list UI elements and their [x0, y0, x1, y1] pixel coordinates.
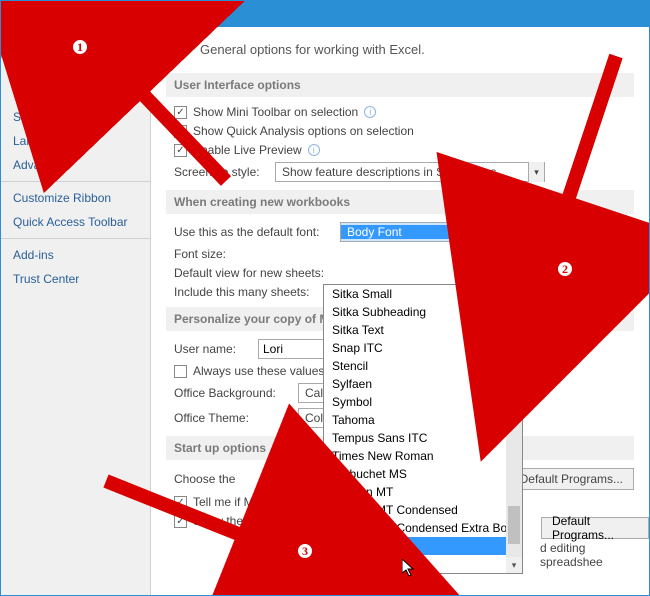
- font-option[interactable]: Sylfaen: [324, 375, 506, 393]
- label-office-theme: Office Theme:: [174, 411, 292, 425]
- scroll-down-icon[interactable]: ▾: [506, 557, 522, 573]
- label-choose-ext: Choose the: [174, 472, 235, 486]
- font-option[interactable]: Tw Cen MT Condensed Extra Bold: [324, 519, 506, 537]
- sidebar-item-customize-ribbon[interactable]: Customize Ribbon: [1, 186, 150, 210]
- sidebar-item-trust-center[interactable]: Trust Center: [1, 267, 150, 291]
- font-option[interactable]: Verdana: [324, 537, 506, 555]
- default-programs-button[interactable]: Default Programs...: [541, 517, 649, 539]
- font-option[interactable]: Trebuchet MS: [324, 465, 506, 483]
- label-office-bg: Office Background:: [174, 386, 292, 400]
- sidebar-item-advanced[interactable]: Advanced: [1, 153, 150, 177]
- font-option[interactable]: Stencil: [324, 357, 506, 375]
- checkbox-quick-analysis[interactable]: [174, 125, 187, 138]
- font-option[interactable]: Sitka Small: [324, 285, 506, 303]
- label-tell-me: Tell me if Microsoft Excel i: [193, 495, 331, 509]
- info-icon[interactable]: [364, 106, 376, 118]
- sidebar-item-add-ins[interactable]: Add-ins: [1, 243, 150, 267]
- label-screentip: ScreenTip style:: [174, 165, 269, 179]
- label-default-font: Use this as the default font:: [174, 225, 334, 239]
- default-font-combo[interactable]: Body Font ▾: [340, 222, 535, 242]
- sidebar-item-save[interactable]: Save: [1, 105, 150, 129]
- sidebar: GeneralFormulasProofingSaveLanguageAdvan…: [1, 27, 151, 595]
- info-icon[interactable]: [308, 144, 320, 156]
- user-name-input[interactable]: [258, 339, 328, 359]
- label-quick-analysis: Show Quick Analysis options on selection: [193, 124, 414, 138]
- font-option[interactable]: Tw Cen MT: [324, 483, 506, 501]
- label-font-size: Font size:: [174, 247, 334, 261]
- checkbox-always-use[interactable]: [174, 365, 187, 378]
- checkbox-mini-toolbar[interactable]: [174, 106, 187, 119]
- chevron-down-icon: ▾: [528, 162, 544, 182]
- font-option[interactable]: Tw Cen MT Condensed: [324, 501, 506, 519]
- font-option[interactable]: Sitka Subheading: [324, 303, 506, 321]
- default-programs-button[interactable]: Default Programs...: [509, 468, 634, 490]
- excel-options-window: Excel Options GeneralFormulasProofingSav…: [0, 0, 650, 596]
- font-option[interactable]: Tahoma: [324, 411, 506, 429]
- annotation-marker-1: 1: [70, 37, 90, 57]
- font-option[interactable]: Snap ITC: [324, 339, 506, 357]
- annotation-marker-3: 3: [295, 541, 315, 561]
- checkbox-tell-me[interactable]: [174, 496, 187, 509]
- section-ui-options: User Interface options: [166, 73, 634, 97]
- sidebar-item-proofing[interactable]: Proofing: [1, 81, 150, 105]
- font-option[interactable]: Tempus Sans ITC: [324, 429, 506, 447]
- page-header: General options for working with Excel.: [200, 42, 425, 57]
- font-option[interactable]: Symbol: [324, 393, 506, 411]
- label-user-name: User name:: [174, 342, 252, 356]
- label-show-start: Show the Start screen whe: [193, 514, 336, 528]
- scroll-track[interactable]: [506, 301, 522, 557]
- sidebar-item-quick-access-toolbar[interactable]: Quick Access Toolbar: [1, 210, 150, 234]
- chevron-down-icon: ▾: [518, 222, 534, 242]
- checkbox-live-preview[interactable]: [174, 144, 187, 157]
- sidebar-item-formulas[interactable]: Formulas: [1, 57, 150, 81]
- mouse-cursor-icon: [402, 559, 418, 579]
- titlebar: Excel Options: [1, 1, 649, 27]
- font-option[interactable]: Sitka Text: [324, 321, 506, 339]
- window-title: Excel Options: [9, 7, 83, 21]
- label-default-view: Default view for new sheets:: [174, 266, 334, 280]
- label-mini-toolbar: Show Mini Toolbar on selection: [193, 105, 358, 119]
- annotation-marker-2: 2: [555, 259, 575, 279]
- checkbox-show-start[interactable]: [174, 515, 187, 528]
- scroll-up-icon[interactable]: ▴: [506, 285, 522, 301]
- screentip-combo[interactable]: Show feature descriptions in ScreenTips …: [275, 162, 545, 182]
- font-option[interactable]: Times New Roman: [324, 447, 506, 465]
- scrollbar[interactable]: ▴ ▾: [506, 285, 522, 573]
- scroll-thumb[interactable]: [508, 506, 520, 544]
- section-new-workbooks: When creating new workbooks: [166, 190, 634, 214]
- label-many-sheets: Include this many sheets:: [174, 285, 334, 299]
- general-icon: [166, 37, 190, 61]
- label-live-preview: Enable Live Preview: [193, 143, 302, 157]
- sidebar-item-language[interactable]: Language: [1, 129, 150, 153]
- font-dropdown[interactable]: Sitka SmallSitka SubheadingSitka TextSna…: [323, 284, 523, 574]
- content-pane: General options for working with Excel. …: [151, 27, 649, 595]
